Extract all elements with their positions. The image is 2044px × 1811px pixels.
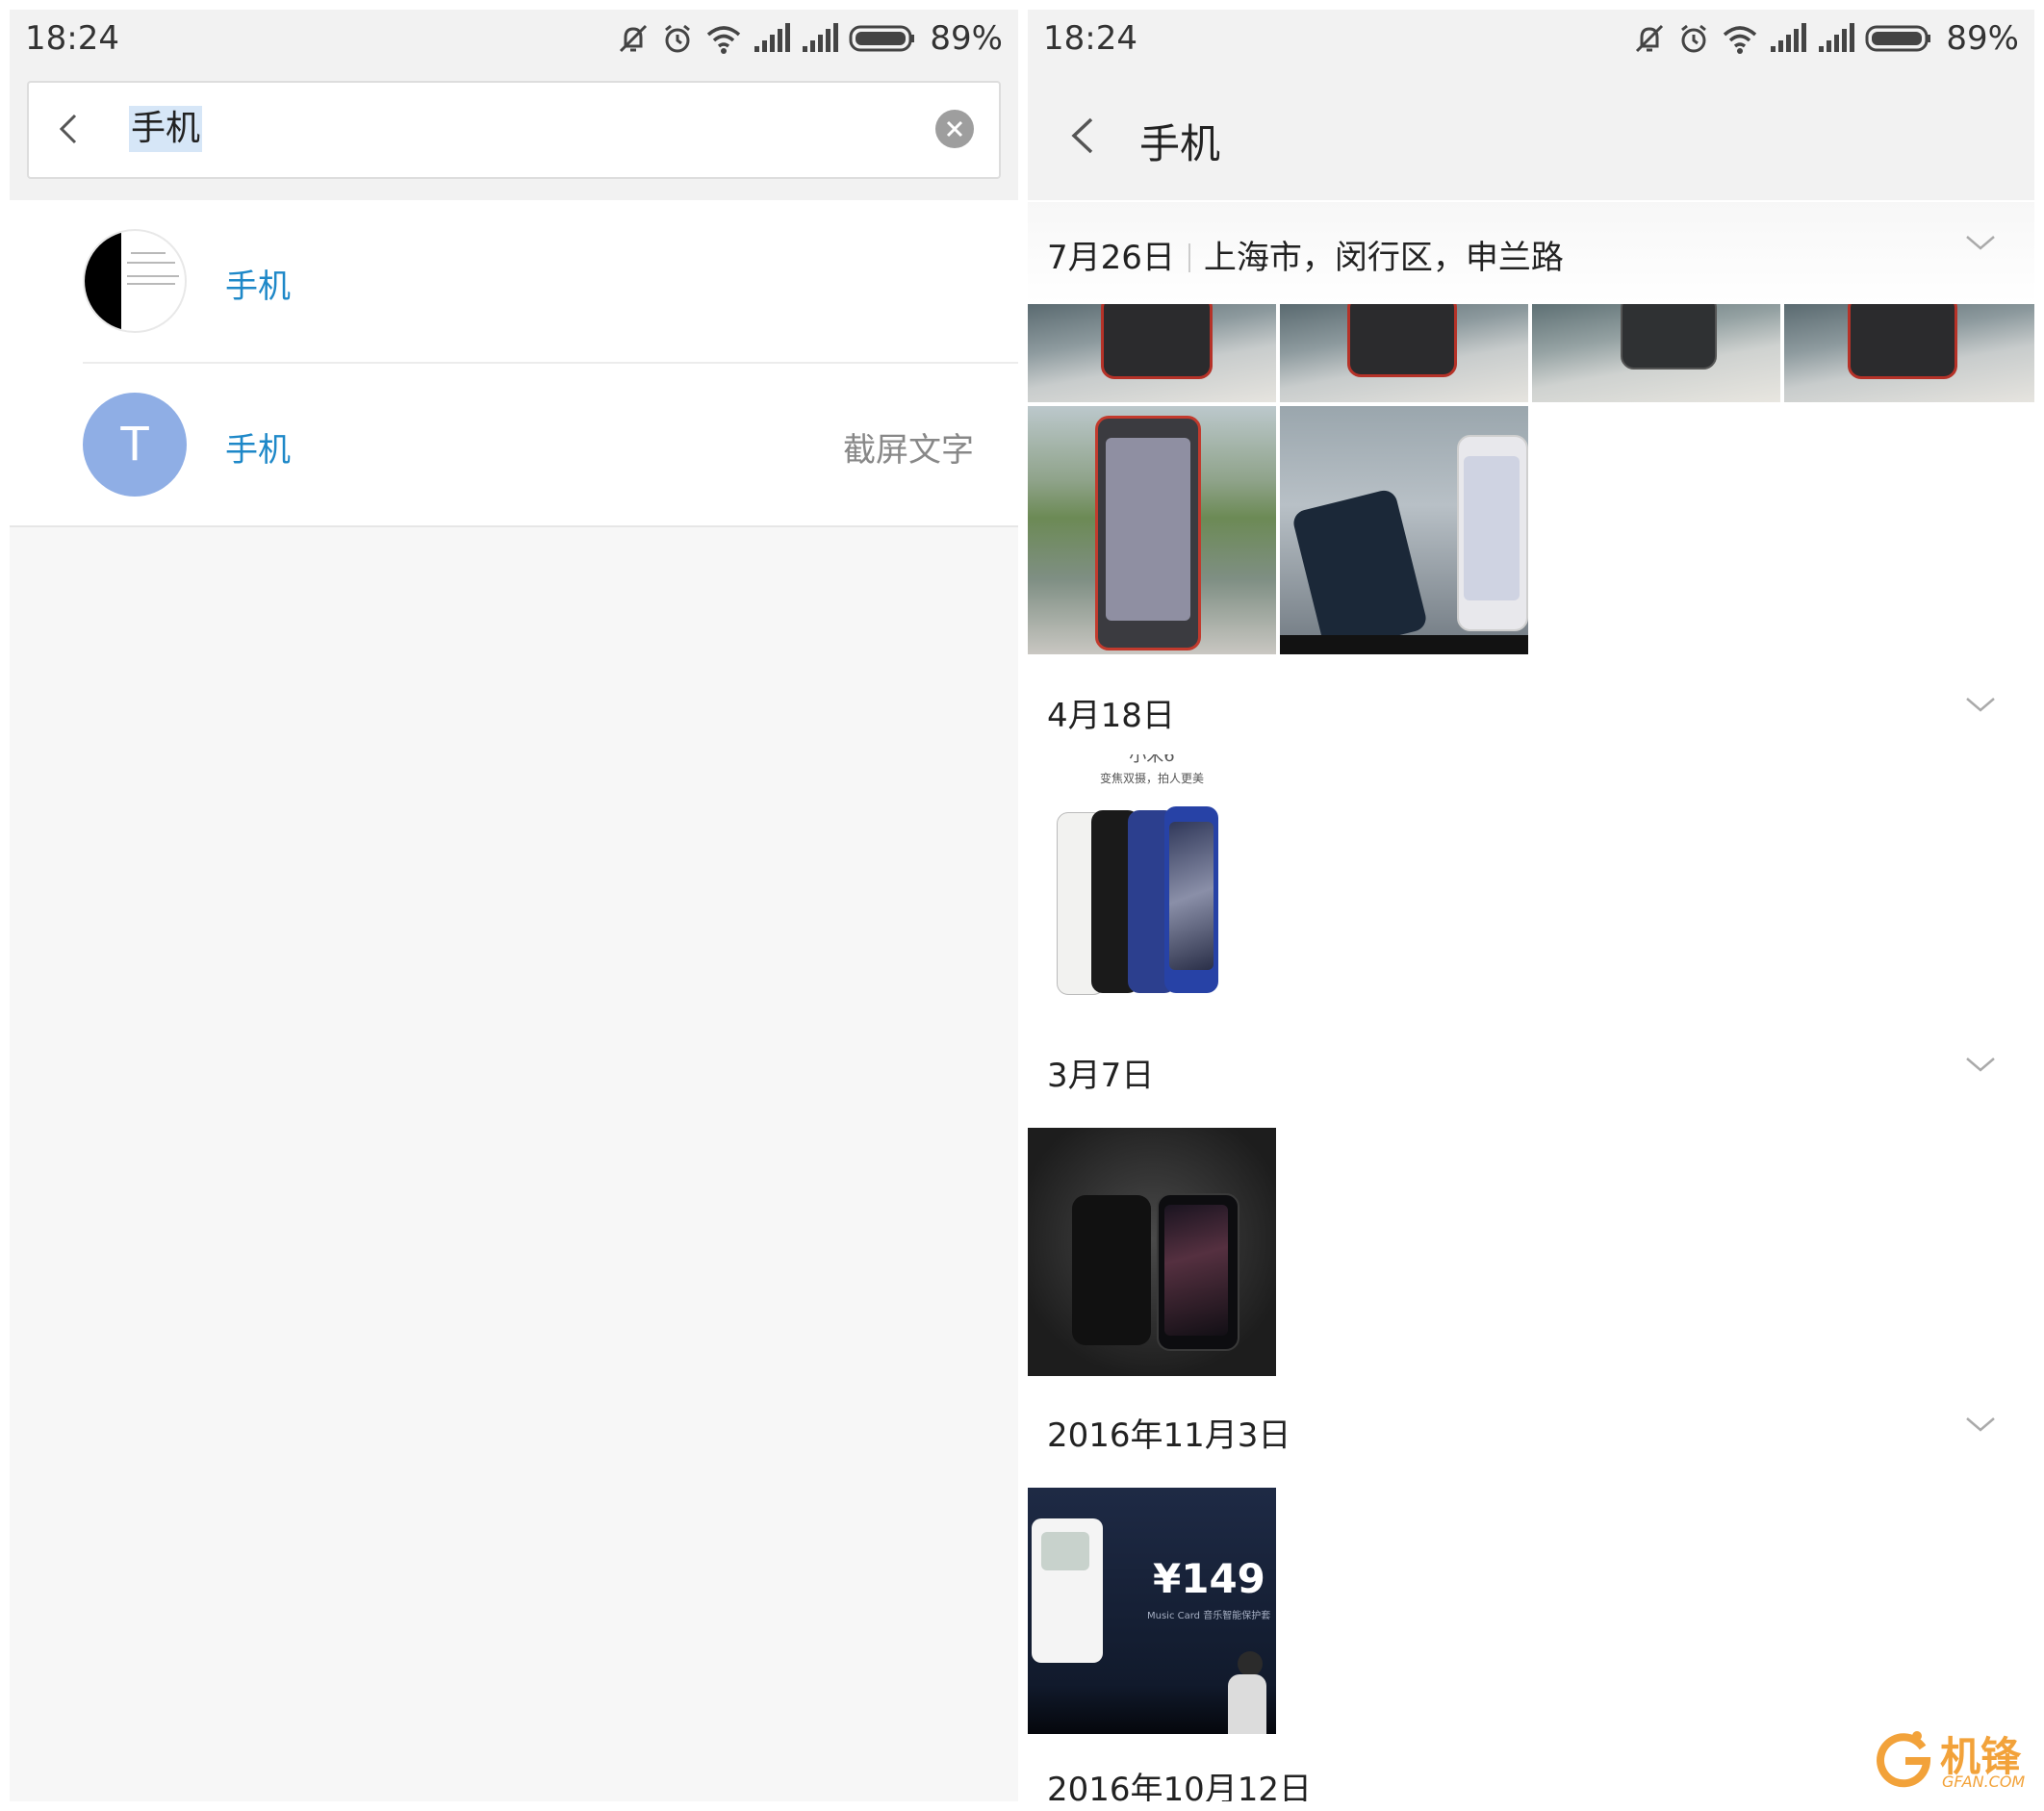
status-icons: 89% <box>616 19 1003 58</box>
price-caption-text: Music Card 音乐智能保护套 <box>1147 1611 1271 1621</box>
signal-icon <box>754 23 791 52</box>
group-header[interactable]: 4月18日 <box>1028 652 2034 754</box>
status-time: 18:24 <box>25 19 119 58</box>
result-category-tag: 截屏文字 <box>843 431 974 470</box>
page-title: 手机 <box>1139 120 1221 167</box>
group-header[interactable]: 3月7日 <box>1028 1010 2034 1112</box>
phone-in-photo <box>1347 304 1457 377</box>
phone-in-photo <box>1072 1195 1151 1345</box>
result-label: 手机 <box>225 268 291 306</box>
photo-thumbnail[interactable] <box>1028 406 1276 654</box>
photo-thumbnail[interactable] <box>1280 304 1528 402</box>
clear-search-button[interactable] <box>935 110 974 148</box>
watermark-domain: GFAN.COM <box>1942 1773 2026 1791</box>
signal-icon-2 <box>1819 23 1855 52</box>
status-icons: 89% <box>1632 19 2019 58</box>
result-item-screenshot-text[interactable]: T 手机 截屏文字 <box>10 364 1018 525</box>
phone-in-photo <box>1095 416 1201 650</box>
chevron-down-icon[interactable] <box>1963 231 1998 254</box>
search-box[interactable]: 手机 <box>27 81 1001 179</box>
photo-thumbnail[interactable] <box>1280 406 1528 654</box>
alarm-icon <box>665 24 691 53</box>
alarm-icon <box>1681 24 1707 53</box>
back-arrow-icon[interactable] <box>54 110 83 148</box>
results-header: 手机 <box>1028 71 2034 200</box>
photo-slogan-text: 变焦双摄，拍人更美 <box>1099 772 1204 785</box>
signal-icon <box>1771 23 1807 52</box>
album-cover-thumbnail <box>83 229 187 333</box>
photo-group-jul26: 7月26日 上海市，闵行区，申兰路 <box>1028 202 2034 654</box>
price-text: ¥149 <box>1153 1555 1265 1602</box>
phone-in-photo <box>1157 1193 1239 1351</box>
group-location: 上海市，闵行区，申兰路 <box>1203 239 1564 277</box>
gfan-logo-icon <box>1877 1731 1931 1788</box>
photo-thumbnail[interactable] <box>1784 304 2034 402</box>
status-bar: 18:24 89% <box>10 10 1018 71</box>
photo-group-mar7: 3月7日 <box>1028 1010 2034 1376</box>
photo-heading-text: 小米6 <box>1129 754 1175 766</box>
group-date-text: 2016年11月3日 <box>1047 1416 1291 1455</box>
group-date-text: 3月7日 <box>1047 1057 1155 1095</box>
phone-in-photo <box>1621 304 1717 370</box>
group-date-text: 4月18日 <box>1047 697 1175 735</box>
signal-icon-2 <box>803 23 839 52</box>
wifi-icon <box>707 26 741 54</box>
group-date: 7月26日 上海市，闵行区，申兰路 <box>1047 231 1564 278</box>
photo-group-2016-nov3: 2016年11月3日 ¥149 Music Card 音乐智能保护套 <box>1028 1370 2034 1734</box>
photo-thumbnail[interactable] <box>1028 1128 1276 1376</box>
avatar: T <box>83 393 187 497</box>
result-label: 手机 <box>225 431 291 470</box>
result-item-album[interactable]: 手机 <box>10 200 1018 364</box>
photo-thumbnail[interactable]: ¥149 Music Card 音乐智能保护套 <box>1028 1488 1276 1734</box>
photo-thumbnail[interactable] <box>1532 304 1780 402</box>
photo-group-apr18: 4月18日 小米6 变焦双摄，拍人更美 <box>1028 652 2034 1010</box>
close-icon <box>946 120 963 138</box>
status-time: 18:24 <box>1043 19 1137 58</box>
phone-in-photo <box>1290 487 1429 654</box>
mute-icon <box>1636 24 1664 53</box>
battery-icon <box>849 25 915 52</box>
search-screen: 18:24 89% 手机 手机 T 手机 截屏文字 <box>10 10 1018 1801</box>
chevron-down-icon[interactable] <box>1963 1053 1998 1076</box>
phone-in-photo <box>1032 1518 1103 1663</box>
battery-percent: 89% <box>1946 19 2019 58</box>
group-date-text: 7月26日 <box>1047 239 1175 277</box>
mute-icon <box>620 24 648 53</box>
results-screen: 18:24 89% 手机 7月26日 上海市，闵行区，申兰路 4月18日 小米6… <box>1028 10 2034 1801</box>
battery-icon <box>1865 25 1931 52</box>
chevron-down-icon[interactable] <box>1963 1413 1998 1436</box>
group-header[interactable]: 2016年11月3日 <box>1028 1370 2034 1472</box>
back-arrow-icon[interactable] <box>1066 114 1099 158</box>
status-bar: 18:24 89% <box>1028 10 2034 71</box>
phone-in-photo <box>1457 435 1528 631</box>
search-input[interactable]: 手机 <box>129 106 203 152</box>
photo-thumbnail[interactable] <box>1028 304 1276 402</box>
phone-in-photo <box>1848 304 1957 379</box>
group-header[interactable]: 7月26日 上海市，闵行区，申兰路 <box>1028 202 2034 304</box>
chevron-down-icon[interactable] <box>1963 693 1998 716</box>
wifi-icon <box>1724 26 1757 54</box>
group-date-text: 2016年10月12日 <box>1047 1771 1313 1801</box>
photo-thumbnail[interactable]: 小米6 变焦双摄，拍人更美 <box>1028 754 1276 1007</box>
phone-in-photo <box>1101 304 1213 379</box>
search-bar-area: 手机 <box>10 71 1018 202</box>
search-results-list: 手机 T 手机 截屏文字 <box>10 200 1018 527</box>
phone-in-photo <box>1164 806 1218 993</box>
watermark-logo: 机锋 GFAN.COM <box>1873 1722 2036 1799</box>
battery-percent: 89% <box>930 19 1003 58</box>
